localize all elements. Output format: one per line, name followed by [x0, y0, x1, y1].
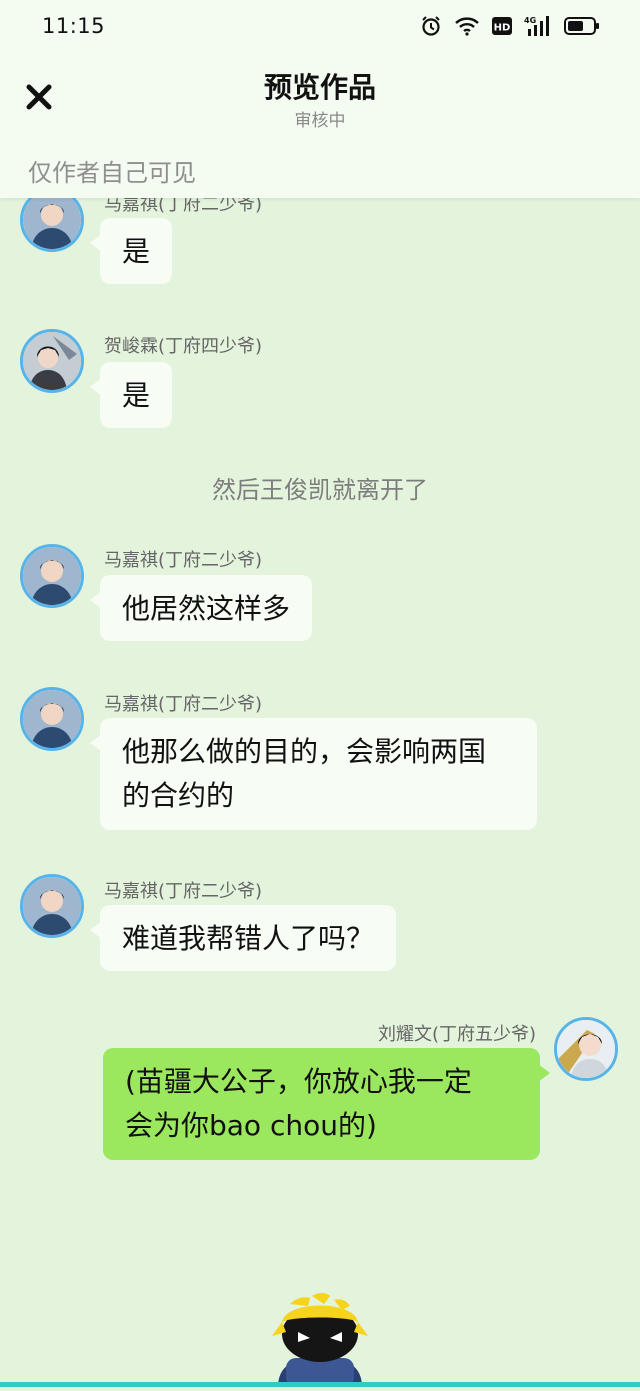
message-bubble[interactable]: 难道我帮错人了吗？ — [89, 905, 397, 971]
avatar[interactable] — [20, 198, 84, 252]
avatar[interactable] — [20, 329, 84, 393]
review-status: 审核中 — [294, 111, 346, 131]
message-bubble[interactable]: 是 — [89, 362, 173, 428]
message-text: 他居然这样多 — [122, 592, 291, 625]
message-text: 是 — [122, 235, 151, 268]
svg-text:4G: 4G — [524, 16, 536, 25]
avatar[interactable] — [554, 1017, 618, 1081]
status-bar: 11:15 HD 4G — [0, 0, 640, 56]
sender-name: 马嘉祺(丁府二少爷) — [104, 550, 263, 571]
sender-name: 马嘉祺(丁府二少爷) — [104, 881, 263, 902]
mascot-icon[interactable] — [260, 1288, 380, 1387]
signal-4g-icon: 4G — [524, 15, 552, 41]
svg-text:HD: HD — [494, 23, 511, 34]
message-text-line: 的合约的 — [122, 779, 235, 812]
header: 预览作品 审核中 — [0, 56, 640, 142]
avatar[interactable] — [20, 544, 84, 608]
bottom-bar — [0, 1382, 640, 1387]
page-title: 预览作品 — [263, 71, 376, 104]
message-text: 难道我帮错人了吗？ — [122, 922, 375, 955]
message-bubble[interactable]: 是 — [89, 218, 173, 284]
narration-text: 然后王俊凯就离开了 — [212, 476, 428, 504]
wifi-icon — [454, 16, 480, 40]
avatar[interactable] — [20, 874, 84, 938]
sender-name: 马嘉祺(丁府二少爷) — [104, 694, 263, 715]
message-text-line: 会为你bao chou的) — [125, 1109, 377, 1142]
message-bubble[interactable]: (苗疆大公子，你放心我一定 会为你bao chou的) — [103, 1048, 550, 1160]
hd-icon: HD — [492, 16, 512, 40]
visibility-note: 仅作者自己可见 — [0, 142, 640, 198]
message-text-line: (苗疆大公子，你放心我一定 — [125, 1065, 472, 1098]
visibility-note-text: 仅作者自己可见 — [28, 159, 196, 187]
sender-name: 贺峻霖(丁府四少爷) — [104, 336, 263, 357]
battery-icon — [564, 16, 600, 40]
message-bubble[interactable]: 他那么做的目的，会影响两国 的合约的 — [90, 718, 537, 830]
message-text-line: 他那么做的目的，会影响两国 — [122, 735, 487, 768]
sender-name: 刘耀文(丁府五少爷) — [377, 1024, 536, 1045]
chat-area[interactable]: 马嘉祺(丁府二少爷) 是 贺峻霖(丁府四少爷) 是 然后王俊凯就离开了 马嘉祺(… — [0, 198, 640, 1387]
alarm-icon — [420, 15, 442, 41]
message-text: 是 — [122, 379, 151, 412]
status-time: 11:15 — [42, 14, 106, 38]
message-bubble[interactable]: 他居然这样多 — [89, 575, 313, 641]
status-icons: HD 4G — [420, 15, 600, 41]
sender-name: 马嘉祺(丁府二少爷) — [104, 198, 263, 215]
avatar[interactable] — [20, 687, 84, 751]
